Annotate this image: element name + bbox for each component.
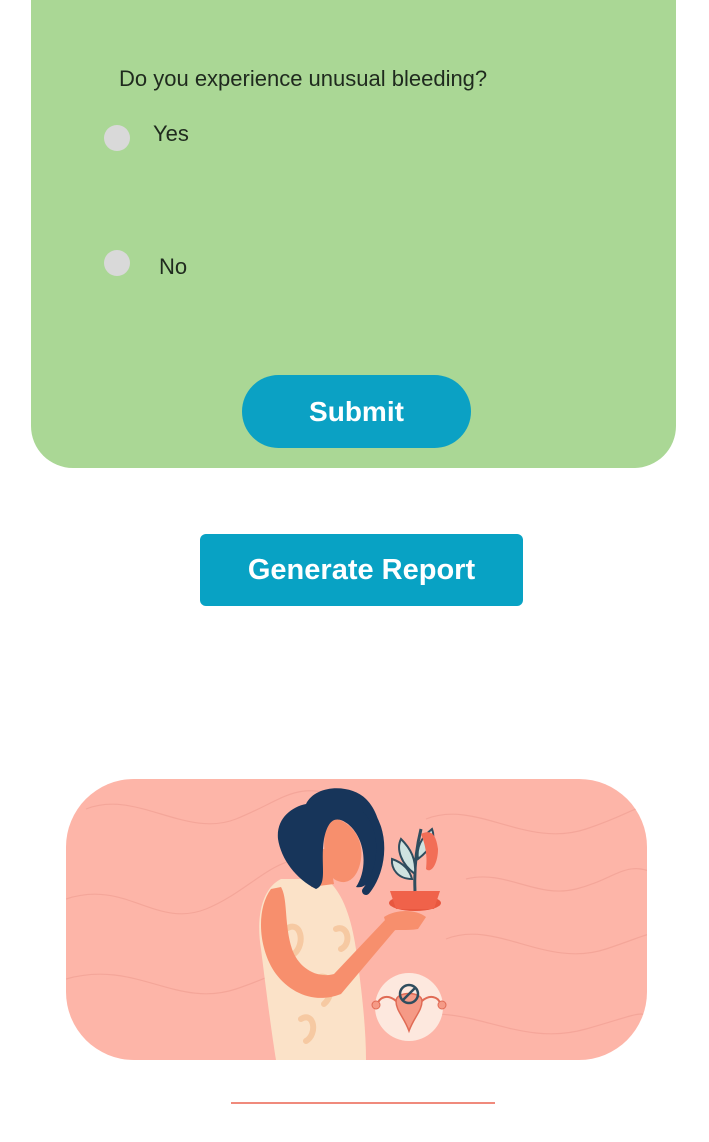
accent-divider xyxy=(231,1102,495,1104)
radio-no[interactable] xyxy=(104,250,130,276)
woman-plant-illustration xyxy=(66,788,647,1060)
radio-yes[interactable] xyxy=(104,125,130,151)
generate-report-button[interactable]: Generate Report xyxy=(200,534,523,606)
illustration-banner xyxy=(66,779,647,1060)
uterus-prohibited-icon xyxy=(371,973,447,1041)
submit-button[interactable]: Submit xyxy=(242,375,471,448)
option-label-no: No xyxy=(159,254,188,279)
question-text: Do you experience unusual bleeding? xyxy=(119,66,488,91)
wilting-plant xyxy=(389,827,441,911)
survey-card: Do you experience unusual bleeding? Yes … xyxy=(31,0,676,468)
option-label-yes: Yes xyxy=(153,121,189,146)
